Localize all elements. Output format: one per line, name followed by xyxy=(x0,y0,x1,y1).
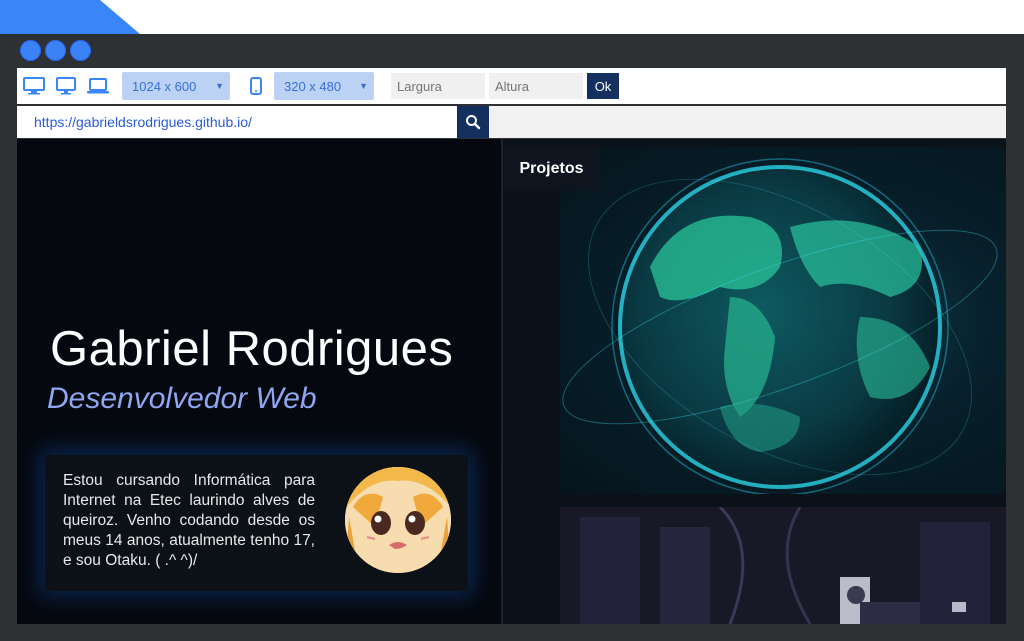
laptop-icon[interactable] xyxy=(86,76,110,96)
avatar xyxy=(345,467,451,573)
role-subtitle: Desenvolvedor Web xyxy=(47,382,317,415)
url-field[interactable]: https://gabrieldsrodrigues.github.io/ xyxy=(17,106,457,138)
resolution-select-small[interactable]: 320 x 480 ▼ xyxy=(274,72,374,100)
bio-text: Estou cursando Informática para Internet… xyxy=(63,472,315,569)
projects-section: Projetos xyxy=(503,139,1006,624)
project-thumbnail-globe[interactable] xyxy=(560,147,1006,494)
chevron-down-icon: ▼ xyxy=(359,81,368,91)
bio-card: Estou cursando Informática para Internet… xyxy=(45,455,468,591)
resolution-small-value: 320 x 480 xyxy=(284,78,342,94)
top-strip xyxy=(0,0,1024,34)
device-toolbar: 1024 x 600 ▼ 320 x 480 ▼ Ok xyxy=(17,68,1006,104)
chevron-down-icon: ▼ xyxy=(215,81,224,91)
project-thumbnail-servers[interactable] xyxy=(560,507,1006,624)
mobile-icon[interactable] xyxy=(244,76,268,96)
desktop-icon[interactable] xyxy=(54,76,78,96)
resolution-large-value: 1024 x 600 xyxy=(132,78,197,94)
page-title: Gabriel Rodrigues xyxy=(50,322,454,376)
server-room-image xyxy=(560,507,1006,624)
window-dot-1[interactable] xyxy=(20,40,41,61)
window-dot-2[interactable] xyxy=(45,40,66,61)
window-dot-3[interactable] xyxy=(70,40,91,61)
search-button[interactable] xyxy=(457,106,489,138)
height-input[interactable] xyxy=(489,73,583,99)
url-bar: https://gabrieldsrodrigues.github.io/ xyxy=(17,106,1006,138)
globe-image xyxy=(562,158,998,494)
resolution-select-large[interactable]: 1024 x 600 ▼ xyxy=(122,72,230,100)
hero-section: Gabriel Rodrigues Desenvolvedor Web Esto… xyxy=(17,139,501,624)
site-preview: Gabriel Rodrigues Desenvolvedor Web Esto… xyxy=(17,139,1006,624)
monitor-icon[interactable] xyxy=(22,76,46,96)
search-icon xyxy=(466,115,481,130)
ok-button[interactable]: Ok xyxy=(587,73,619,99)
width-input[interactable] xyxy=(391,73,485,99)
window-controls xyxy=(20,40,91,61)
projects-heading[interactable]: Projetos xyxy=(503,147,600,191)
